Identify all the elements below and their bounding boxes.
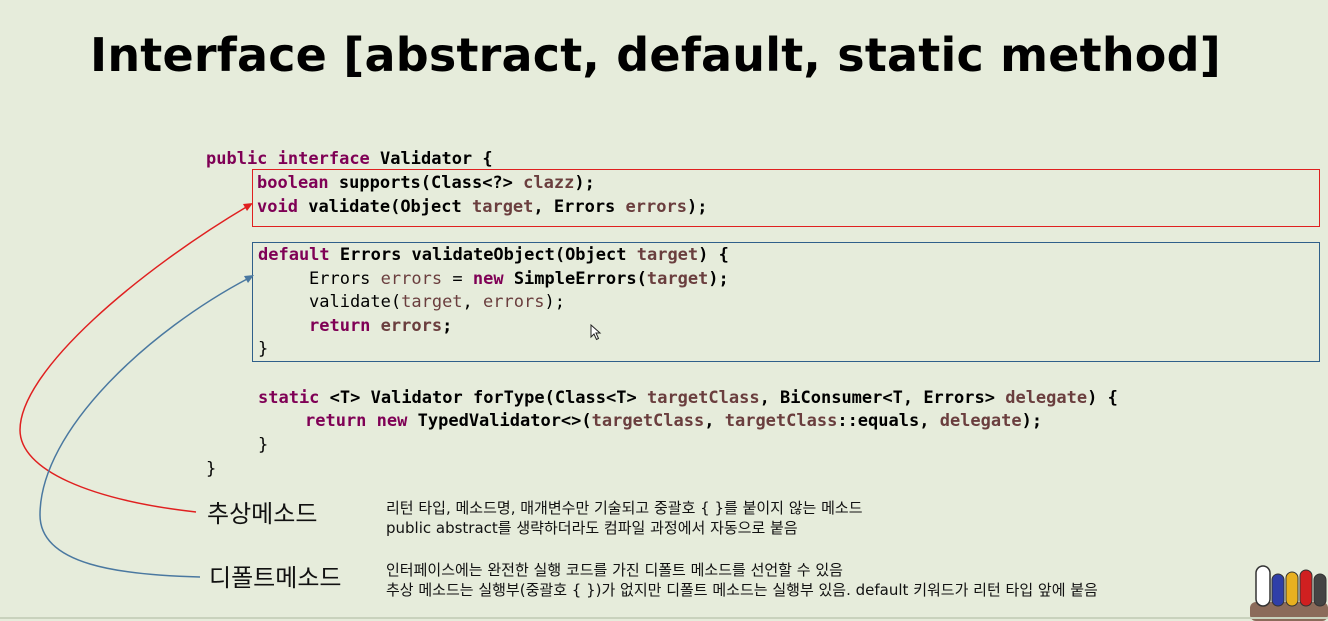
abstract-method-label: 추상메소드	[207, 500, 318, 528]
bottom-divider	[0, 617, 1328, 619]
abstract-method-desc-1: 리턴 타입, 메소드명, 매개변수만 기술되고 중괄호 { }를 붙이지 않는 …	[386, 499, 863, 517]
default-method-desc-1: 인터페이스에는 완전한 실행 코드를 가진 디폴트 메소드를 선언할 수 있음	[386, 561, 843, 579]
default-method-desc-2: 추상 메소드는 실행부(중괄호 { })가 없지만 디폴트 메소드는 실행부 있…	[386, 581, 1098, 599]
default-method-label: 디폴트메소드	[209, 564, 342, 592]
arrow-head-red	[243, 203, 253, 211]
page-corner-icon	[1250, 565, 1328, 621]
abstract-method-desc-2: public abstract를 생략하더라도 컴파일 과정에서 자동으로 붙음	[386, 519, 798, 537]
arrow-head-blue	[244, 275, 254, 283]
default-arrow	[39, 277, 250, 578]
